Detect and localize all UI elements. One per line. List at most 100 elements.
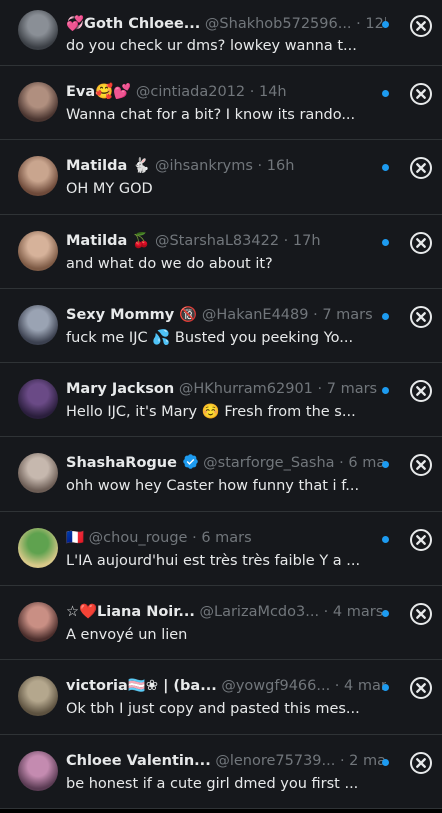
timestamp: 14h <box>258 84 287 100</box>
message-preview: Ok tbh I just copy and pasted this mes..… <box>66 701 360 718</box>
message-row[interactable]: 🇫🇷 @chou_rouge · 6 mars L'IA aujourd'hui … <box>0 511 442 587</box>
avatar[interactable] <box>18 304 58 345</box>
separator-dot: · <box>252 158 267 175</box>
avatar[interactable] <box>18 230 58 271</box>
timestamp: 16h <box>266 158 295 175</box>
timestamp: 4 mars <box>344 678 386 695</box>
sender-line: victoria🏳️‍⚧️❀ | (ba... @yowgf9466... · … <box>66 676 386 696</box>
separator-dot: · <box>334 455 349 472</box>
separator-dot: · <box>330 678 345 695</box>
message-row[interactable]: Mary Jackson @HKhurram62901 · 7 mars Hell… <box>0 363 442 438</box>
avatar[interactable] <box>18 527 58 568</box>
close-circle-icon <box>410 454 432 477</box>
sender-name[interactable]: Eva🥰💕 <box>66 84 131 100</box>
avatar[interactable] <box>18 379 58 420</box>
message-row[interactable]: 💞Goth Chloee... @Shakhob572596... · 12h d… <box>0 0 442 66</box>
dismiss-button[interactable] <box>407 451 435 479</box>
message-preview: ohh wow hey Caster how funny that i f... <box>66 478 360 495</box>
sender-name[interactable]: victoria🏳️‍⚧️❀ | (ba... <box>66 678 217 694</box>
message-row[interactable]: Sexy Mommy 🔞 @HakanE4489 · 7 mars fuck me… <box>0 288 442 364</box>
dismiss-button[interactable] <box>407 749 435 777</box>
sender-handle: @LarizaMcdo3... <box>199 604 320 621</box>
message-row[interactable]: victoria🏳️‍⚧️❀ | (ba... @yowgf9466... · … <box>0 660 442 735</box>
timestamp: 7 mars <box>326 381 378 398</box>
separator-dot: · <box>279 232 293 249</box>
separator-dot: · <box>312 381 327 398</box>
dismiss-button[interactable] <box>407 303 435 331</box>
sender-handle: @cintiada2012 <box>135 84 246 100</box>
timestamp: 6 mars <box>201 529 252 546</box>
sender-name[interactable]: ☆❤️Liana Noir... <box>66 604 195 620</box>
dismiss-button[interactable] <box>407 12 435 40</box>
separator-dot: · <box>308 306 323 323</box>
message-preview: L'IA aujourd'hui est très très faible Y … <box>66 552 361 569</box>
avatar[interactable] <box>18 676 58 717</box>
dismiss-button[interactable] <box>407 526 435 554</box>
timestamp: 6 mars <box>348 455 386 472</box>
message-row[interactable]: Chloee Valentin... @lenore75739... · 2 m… <box>0 734 442 809</box>
dismiss-button[interactable] <box>407 377 435 405</box>
sender-handle: @starforge_Sasha <box>203 455 335 472</box>
sender-name[interactable]: Sexy Mommy 🔞 <box>66 307 197 323</box>
message-preview: A envoyé un lien <box>66 627 188 644</box>
sender-handle: @lenore75739... <box>215 752 336 769</box>
sender-handle: @chou_rouge <box>88 529 188 546</box>
close-circle-icon <box>410 380 432 403</box>
separator-dot: · <box>351 16 366 32</box>
message-row[interactable]: ShashaRogue @starforge_Sasha · 6 mars ohh… <box>0 437 442 512</box>
sender-line: Mary Jackson @HKhurram62901 · 7 mars <box>66 379 386 399</box>
avatar[interactable] <box>18 750 58 791</box>
sender-handle: @StarshaL83422 <box>154 232 280 249</box>
sender-line: Matilda 🐇 @ihsankryms · 16h <box>66 156 386 176</box>
close-circle-icon <box>410 15 432 37</box>
close-circle-icon <box>410 305 432 328</box>
unread-indicator <box>382 758 389 766</box>
message-preview: do you check ur dms? lowkey wanna t... <box>66 38 357 54</box>
sender-line: Eva🥰💕 @cintiada2012 · 14h <box>66 82 386 102</box>
message-row[interactable]: Matilda 🍒 @StarshaL83422 · 17h and what d… <box>0 214 442 289</box>
message-row[interactable]: ☆❤️Liana Noir... @LarizaMcdo3... · 4 mar… <box>0 586 442 661</box>
message-row[interactable]: Eva🥰💕 @cintiada2012 · 14h Wanna chat for … <box>0 66 442 141</box>
close-circle-icon <box>410 751 432 774</box>
sender-handle: @HKhurram62901 <box>178 381 313 398</box>
dismiss-button[interactable] <box>407 229 435 257</box>
sender-name[interactable]: 🇫🇷 <box>66 530 84 546</box>
close-circle-icon <box>410 528 432 551</box>
sender-name[interactable]: ShashaRogue <box>66 455 177 471</box>
message-preview: be honest if a cute girl dmed you first … <box>66 775 359 792</box>
separator-dot: · <box>319 604 333 621</box>
sender-name[interactable]: Matilda 🐇 <box>66 158 150 174</box>
sender-handle: @Shakhob572596... <box>204 16 352 32</box>
close-circle-icon <box>410 231 432 254</box>
avatar[interactable] <box>18 453 58 494</box>
sender-handle: @HakanE4489 <box>201 306 309 323</box>
sender-line: 🇫🇷 @chou_rouge · 6 mars <box>66 528 386 548</box>
message-row[interactable]: Matilda 🐇 @ihsankryms · 16h OH MY GOD <box>0 140 442 215</box>
sender-name[interactable]: Matilda 🍒 <box>66 233 150 249</box>
sender-name[interactable]: Chloee Valentin... <box>66 753 211 769</box>
unread-indicator <box>382 164 389 172</box>
unread-indicator <box>382 238 389 246</box>
sender-line: Matilda 🍒 @StarshaL83422 · 17h <box>66 231 386 251</box>
sender-line: ☆❤️Liana Noir... @LarizaMcdo3... · 4 mar… <box>66 602 386 622</box>
dismiss-button[interactable] <box>407 674 435 702</box>
close-circle-icon <box>410 83 432 105</box>
dismiss-button[interactable] <box>407 600 435 628</box>
dismiss-button[interactable] <box>407 80 435 108</box>
timestamp: 17h <box>292 232 321 249</box>
unread-indicator <box>382 90 389 97</box>
avatar[interactable] <box>18 82 58 122</box>
sender-handle: @ihsankryms <box>154 158 253 175</box>
dismiss-button[interactable] <box>407 154 435 182</box>
avatar[interactable] <box>18 602 58 643</box>
sender-name[interactable]: Mary Jackson <box>66 381 174 397</box>
message-preview: Wanna chat for a bit? I know its rando..… <box>66 107 356 123</box>
unread-indicator <box>382 610 389 618</box>
sender-line: Chloee Valentin... @lenore75739... · 2 m… <box>66 751 386 771</box>
avatar[interactable] <box>18 10 58 50</box>
sender-name[interactable]: 💞Goth Chloee... <box>66 16 200 32</box>
message-preview: fuck me IJC 💦 Busted you peeking Yo... <box>66 329 354 346</box>
close-circle-icon <box>410 603 432 626</box>
unread-indicator <box>382 387 389 395</box>
avatar[interactable] <box>18 156 58 197</box>
